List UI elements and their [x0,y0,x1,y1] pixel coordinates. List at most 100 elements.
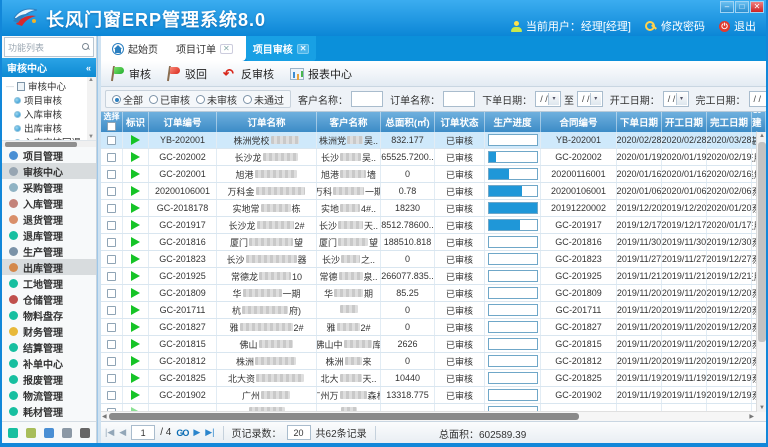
select-all-checkbox[interactable] [107,122,116,131]
minimize-button[interactable]: – [720,1,734,13]
column-header[interactable]: 下单日期 [617,112,662,132]
sidebar-item[interactable]: 物料盘存 [2,307,96,323]
table-row[interactable]: GC-202002长沙龙长沙吴..65525.7200..已审核GC-20200… [101,149,766,166]
sidebar-item[interactable]: 仓储管理 [2,291,96,307]
sidebar-bottom-icon[interactable] [8,428,18,438]
hscroll-thumb[interactable] [109,413,579,420]
column-header[interactable]: 开工日期 [662,112,707,132]
customer-name-input[interactable] [351,91,383,107]
grid-vertical-scrollbar[interactable]: ▲ ▼ [756,132,766,412]
row-checkbox[interactable] [107,221,116,230]
prev-page-button[interactable]: ◀ [119,427,126,438]
sidebar-item[interactable]: 审核中心 [2,163,96,179]
row-checkbox[interactable] [107,170,116,179]
sidebar-item[interactable]: 补单中心 [2,355,96,371]
table-row[interactable]: GC-201812株洲株洲来0已审核GC-2018122019/11/20201… [101,353,766,370]
finish-date-input[interactable]: / / [749,91,766,107]
scroll-up-icon[interactable]: ▲ [757,133,767,139]
radio-未审核[interactable]: 未审核 [196,92,237,107]
radio-未通过[interactable]: 未通过 [243,92,284,107]
tab-item[interactable]: 项目审核✕ [246,36,317,61]
vscroll-thumb[interactable] [758,142,766,342]
sidebar-item[interactable]: 退货管理 [2,211,96,227]
sidebar-item[interactable]: 报废管理 [2,371,96,387]
sidebar-item[interactable]: 财务管理 [2,323,96,339]
first-page-button[interactable]: |◀ [105,427,114,438]
radio-全部[interactable]: 全部 [112,92,143,107]
logout-button[interactable]: ⏻ 退出 [719,18,756,34]
close-tab-icon[interactable]: ✕ [297,44,310,54]
tree-item[interactable]: 入库审核 [2,107,96,121]
table-row[interactable]: GC-201823长沙器长沙之..0已审核GC-2018232019/11/27… [101,251,766,268]
column-header[interactable]: 标识 [123,112,149,132]
chevron-down-icon[interactable]: ▾ [548,93,559,105]
sidebar-item[interactable]: 采购管理 [2,179,96,195]
order-date-to-input[interactable]: / /▾ [577,91,603,107]
column-header[interactable]: 订单状态 [435,112,485,132]
table-row[interactable]: GC-201809华一期华期85.25已审核GC-2018092019/11/2… [101,285,766,302]
table-row[interactable]: 20200106001万科金万科一期0.78已审核202001060012020… [101,183,766,200]
report-center-button[interactable]: 报表中心 [286,64,360,84]
sidebar-item[interactable]: 物流管理 [2,387,96,403]
approve-button[interactable]: 审核 [107,64,159,84]
column-header[interactable]: 创建人 [752,112,766,132]
row-checkbox[interactable] [107,204,116,213]
column-header[interactable]: 选择 [101,112,123,132]
sidebar-bottom-icon[interactable] [62,428,72,438]
column-header[interactable]: 客户名称 [317,112,381,132]
close-tab-icon[interactable]: ✕ [220,44,233,54]
column-header[interactable]: 订单编号 [149,112,217,132]
sidebar-bottom-icon[interactable] [80,428,90,438]
column-header[interactable]: 生产进度 [485,112,541,132]
sidebar-item[interactable]: 项目管理 [2,147,96,163]
row-checkbox[interactable] [107,136,116,145]
sidebar-item[interactable]: 生产管理 [2,243,96,259]
scroll-right-icon[interactable]: ▶ [749,413,754,420]
close-button[interactable]: ✕ [750,1,764,13]
maximize-button[interactable]: □ [735,1,749,13]
next-page-button[interactable]: ▶ [193,427,200,438]
tab-item[interactable]: 项目订单✕ [169,41,240,56]
row-checkbox[interactable] [107,153,116,162]
table-row[interactable] [101,404,766,411]
column-header[interactable]: 完工日期 [707,112,752,132]
column-header[interactable]: 订单名称 [217,112,317,132]
grid-horizontal-scrollbar[interactable]: ◀ ▶ [101,411,766,421]
row-checkbox[interactable] [107,357,116,366]
last-page-button[interactable]: ▶| [205,427,214,438]
page-number-input[interactable]: 1 [131,425,155,440]
sidebar-bottom-icon[interactable] [44,428,54,438]
sidebar-item[interactable]: 耗材管理 [2,403,96,419]
row-checkbox[interactable] [107,238,116,247]
sidebar-item[interactable]: 工地管理 [2,275,96,291]
scroll-left-icon[interactable]: ◀ [102,413,107,420]
column-header[interactable]: 总面积(㎡) [381,112,435,132]
row-checkbox[interactable] [107,255,116,264]
order-name-input[interactable] [443,91,475,107]
scroll-up-icon[interactable]: ▲ [88,77,94,83]
tab-home[interactable]: 起始页 [105,41,165,56]
row-checkbox[interactable] [107,340,116,349]
collapse-icon[interactable]: « [86,63,91,73]
row-checkbox[interactable] [107,289,116,298]
tree-horizontal-scrollbar[interactable] [2,140,96,147]
chevron-down-icon[interactable]: ▾ [676,93,687,105]
table-row[interactable]: GC-201902广州广州万森林13318.775已审核GC-201902201… [101,387,766,404]
scroll-down-icon[interactable]: ▼ [757,405,767,411]
tree-root-audit-center[interactable]: — 审核中心 [2,79,96,93]
go-button[interactable]: GO [176,428,188,438]
table-row[interactable]: YB-202001株洲党校株洲党吴..832.177已审核YB-20200120… [101,132,766,149]
chevron-down-icon[interactable]: ▾ [590,93,601,105]
order-date-from-input[interactable]: / /▾ [535,91,561,107]
reject-button[interactable]: 驳回 [163,64,215,84]
row-checkbox[interactable] [107,187,116,196]
sidebar-bottom-icon[interactable] [26,428,36,438]
page-size-input[interactable]: 20 [287,425,311,440]
row-checkbox[interactable] [107,323,116,332]
radio-已审核[interactable]: 已审核 [149,92,190,107]
sidebar-item[interactable]: 出库管理 [2,259,96,275]
sidebar-item[interactable]: 结算管理 [2,339,96,355]
tree-item[interactable]: 出库审核 [2,121,96,135]
sidebar-item[interactable]: 退库管理 [2,227,96,243]
row-checkbox[interactable] [107,374,116,383]
